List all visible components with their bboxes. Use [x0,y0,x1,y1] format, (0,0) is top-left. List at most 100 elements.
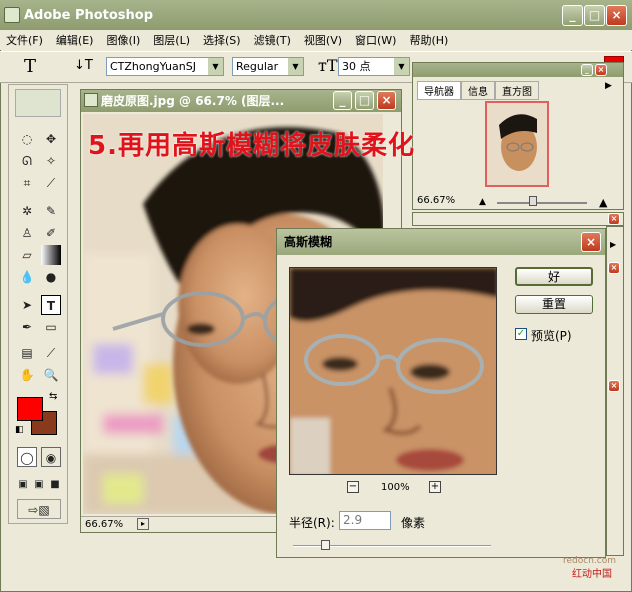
navigator-minimize-button[interactable]: _ [581,64,593,76]
menu-select[interactable]: 选择(S) [203,32,241,48]
tab-navigator[interactable]: 导航器 [417,81,461,100]
side-panel-collapsed-1 [412,212,624,226]
zoom-tool-icon[interactable]: 🔍 [41,365,61,385]
preview-zoom-in-button[interactable]: + [429,481,441,493]
reset-button[interactable]: 重置 [515,295,593,314]
feather-logo-icon [15,89,61,117]
menu-bar: 文件(F) 编辑(E) 图像(I) 图层(L) 选择(S) 滤镜(T) 视图(V… [0,30,632,50]
menu-file[interactable]: 文件(F) [6,32,43,48]
chevron-down-icon: ▼ [208,58,223,75]
gradient-tool-icon[interactable] [41,245,61,265]
shape-tool-icon[interactable]: ▭ [41,317,61,337]
slice-tool-icon[interactable]: ⟋ [41,173,61,193]
notes-tool-icon[interactable]: ▤ [17,343,37,363]
navigator-close-button[interactable]: × [595,64,607,76]
blur-tool-icon[interactable]: 💧 [17,267,37,287]
eyedropper-icon[interactable]: ⟋ [41,343,61,363]
navigator-slider-thumb[interactable] [529,196,537,206]
foreground-color-swatch-top[interactable] [17,397,43,421]
dialog-close-button[interactable]: × [581,232,601,252]
chevron-down-icon: ▼ [288,58,303,75]
magic-wand-icon[interactable]: ✧ [41,151,61,171]
menu-edit[interactable]: 编辑(E) [56,32,94,48]
ok-button[interactable]: 好 [515,267,593,286]
blur-preview[interactable] [289,267,497,475]
font-size-select[interactable]: 30 点 ▼ [338,57,410,76]
text-orientation-icon[interactable]: ↓T [74,58,93,73]
document-icon [84,93,98,107]
dialog-titlebar: 高斯模糊 [277,229,605,255]
type-tool-icon[interactable]: T [41,295,61,315]
zoom-out-icon[interactable]: ▲ [479,197,486,207]
navigator-zoom[interactable]: 66.67% [417,195,455,206]
radius-input[interactable]: 2.9 [339,511,391,530]
crop-tool-icon[interactable]: ⌗ [17,173,37,193]
menu-filter[interactable]: 滤镜(T) [254,32,291,48]
brush-tool-icon[interactable]: ✎ [41,201,61,221]
default-colors-icon[interactable]: ◧ [15,425,24,435]
lasso-tool-icon[interactable]: ᘏ [17,151,37,171]
zoom-in-icon[interactable]: ▲ [599,196,607,209]
doc-close-button[interactable]: × [377,91,396,110]
document-zoom[interactable]: 66.67% [85,519,123,530]
menu-view[interactable]: 视图(V) [304,32,342,48]
eraser-tool-icon[interactable]: ▱ [17,245,37,265]
side-panel-2-close-button[interactable]: × [608,262,620,274]
document-title: 磨皮原图.jpg @ 66.7% (图层... [101,94,285,108]
navigator-zoom-slider[interactable] [497,202,587,204]
maximize-button[interactable]: □ [584,5,605,26]
panel-menu-icon[interactable]: ▶ [605,81,612,91]
preview-label: 预览(P) [531,329,572,343]
doc-maximize-button[interactable]: □ [355,91,374,110]
status-menu-icon[interactable]: ▸ [137,518,149,530]
standard-mode-icon[interactable]: ◯ [17,447,37,467]
photoshop-logo-icon [4,7,20,23]
preview-zoom-out-button[interactable]: − [347,481,359,493]
gaussian-blur-dialog: 高斯模糊 × − 100% + 好 重置 ✓ 预览(P) 半径(R): 2.9 … [276,228,606,558]
swap-colors-icon[interactable]: ⇆ [49,391,57,402]
menu-help[interactable]: 帮助(H) [409,32,448,48]
navigator-tabs: 导航器 信息 直方图 [417,81,539,100]
menu-layer[interactable]: 图层(L) [153,32,190,48]
close-button[interactable]: × [606,5,627,26]
menu-window[interactable]: 窗口(W) [355,32,396,48]
menu-image[interactable]: 图像(I) [106,32,140,48]
quickmask-mode-icon[interactable]: ◉ [41,447,61,467]
dialog-title: 高斯模糊 [284,235,333,249]
font-family-select[interactable]: CTZhongYuanSJ ▼ [106,57,224,76]
font-size-icon: ᴛT [318,56,338,75]
panel-menu-icon[interactable]: ▶ [610,240,616,249]
clone-stamp-icon[interactable]: ♙ [17,223,37,243]
toolbox: ◌ ✥ ᘏ ✧ ⌗ ⟋ ✲ ✎ ♙ ✐ ▱ 💧 ● ➤ T ✒ ▭ ▤ ⟋ ✋ … [8,84,68,524]
navigator-panel: _ × 导航器 信息 直方图 ▶ 66.67% ▲ ▲ [412,62,624,210]
minimize-button[interactable]: _ [562,5,583,26]
healing-brush-icon[interactable]: ✲ [17,201,37,221]
history-brush-icon[interactable]: ✐ [41,223,61,243]
app-titlebar: Adobe Photoshop [0,0,632,30]
tab-histogram[interactable]: 直方图 [495,81,539,100]
radius-unit: 像素 [401,516,426,530]
preview-photo [290,268,496,474]
pen-tool-icon[interactable]: ✒ [17,317,37,337]
text-tool-preset-icon[interactable]: T [24,56,36,77]
document-titlebar: 磨皮原图.jpg @ 66.7% (图层... [81,90,401,112]
screen-mode-full-icon[interactable]: ■ [45,475,65,495]
watermark-brand: 红动中国 [572,569,612,580]
dodge-tool-icon[interactable]: ● [41,267,61,287]
marquee-tool-icon[interactable]: ◌ [17,129,37,149]
move-tool-icon[interactable]: ✥ [41,129,61,149]
doc-minimize-button[interactable]: _ [333,91,352,110]
jump-to-imageready-icon[interactable]: ⇨▧ [17,499,61,519]
preview-checkbox[interactable]: ✓ [515,328,527,340]
path-select-icon[interactable]: ➤ [17,295,37,315]
side-panel-1-close-button[interactable]: × [608,213,620,225]
navigator-thumbnail[interactable] [485,101,549,187]
preview-zoom-level: 100% [381,482,410,493]
tutorial-caption: 5.再用高斯模糊将皮肤柔化 [88,131,415,161]
radius-slider-thumb[interactable] [320,540,330,550]
chevron-down-icon: ▼ [394,58,409,75]
tab-info[interactable]: 信息 [461,81,495,100]
hand-tool-icon[interactable]: ✋ [17,365,37,385]
font-style-select[interactable]: Regular ▼ [232,57,304,76]
side-panel-3-close-button[interactable]: × [608,380,620,392]
